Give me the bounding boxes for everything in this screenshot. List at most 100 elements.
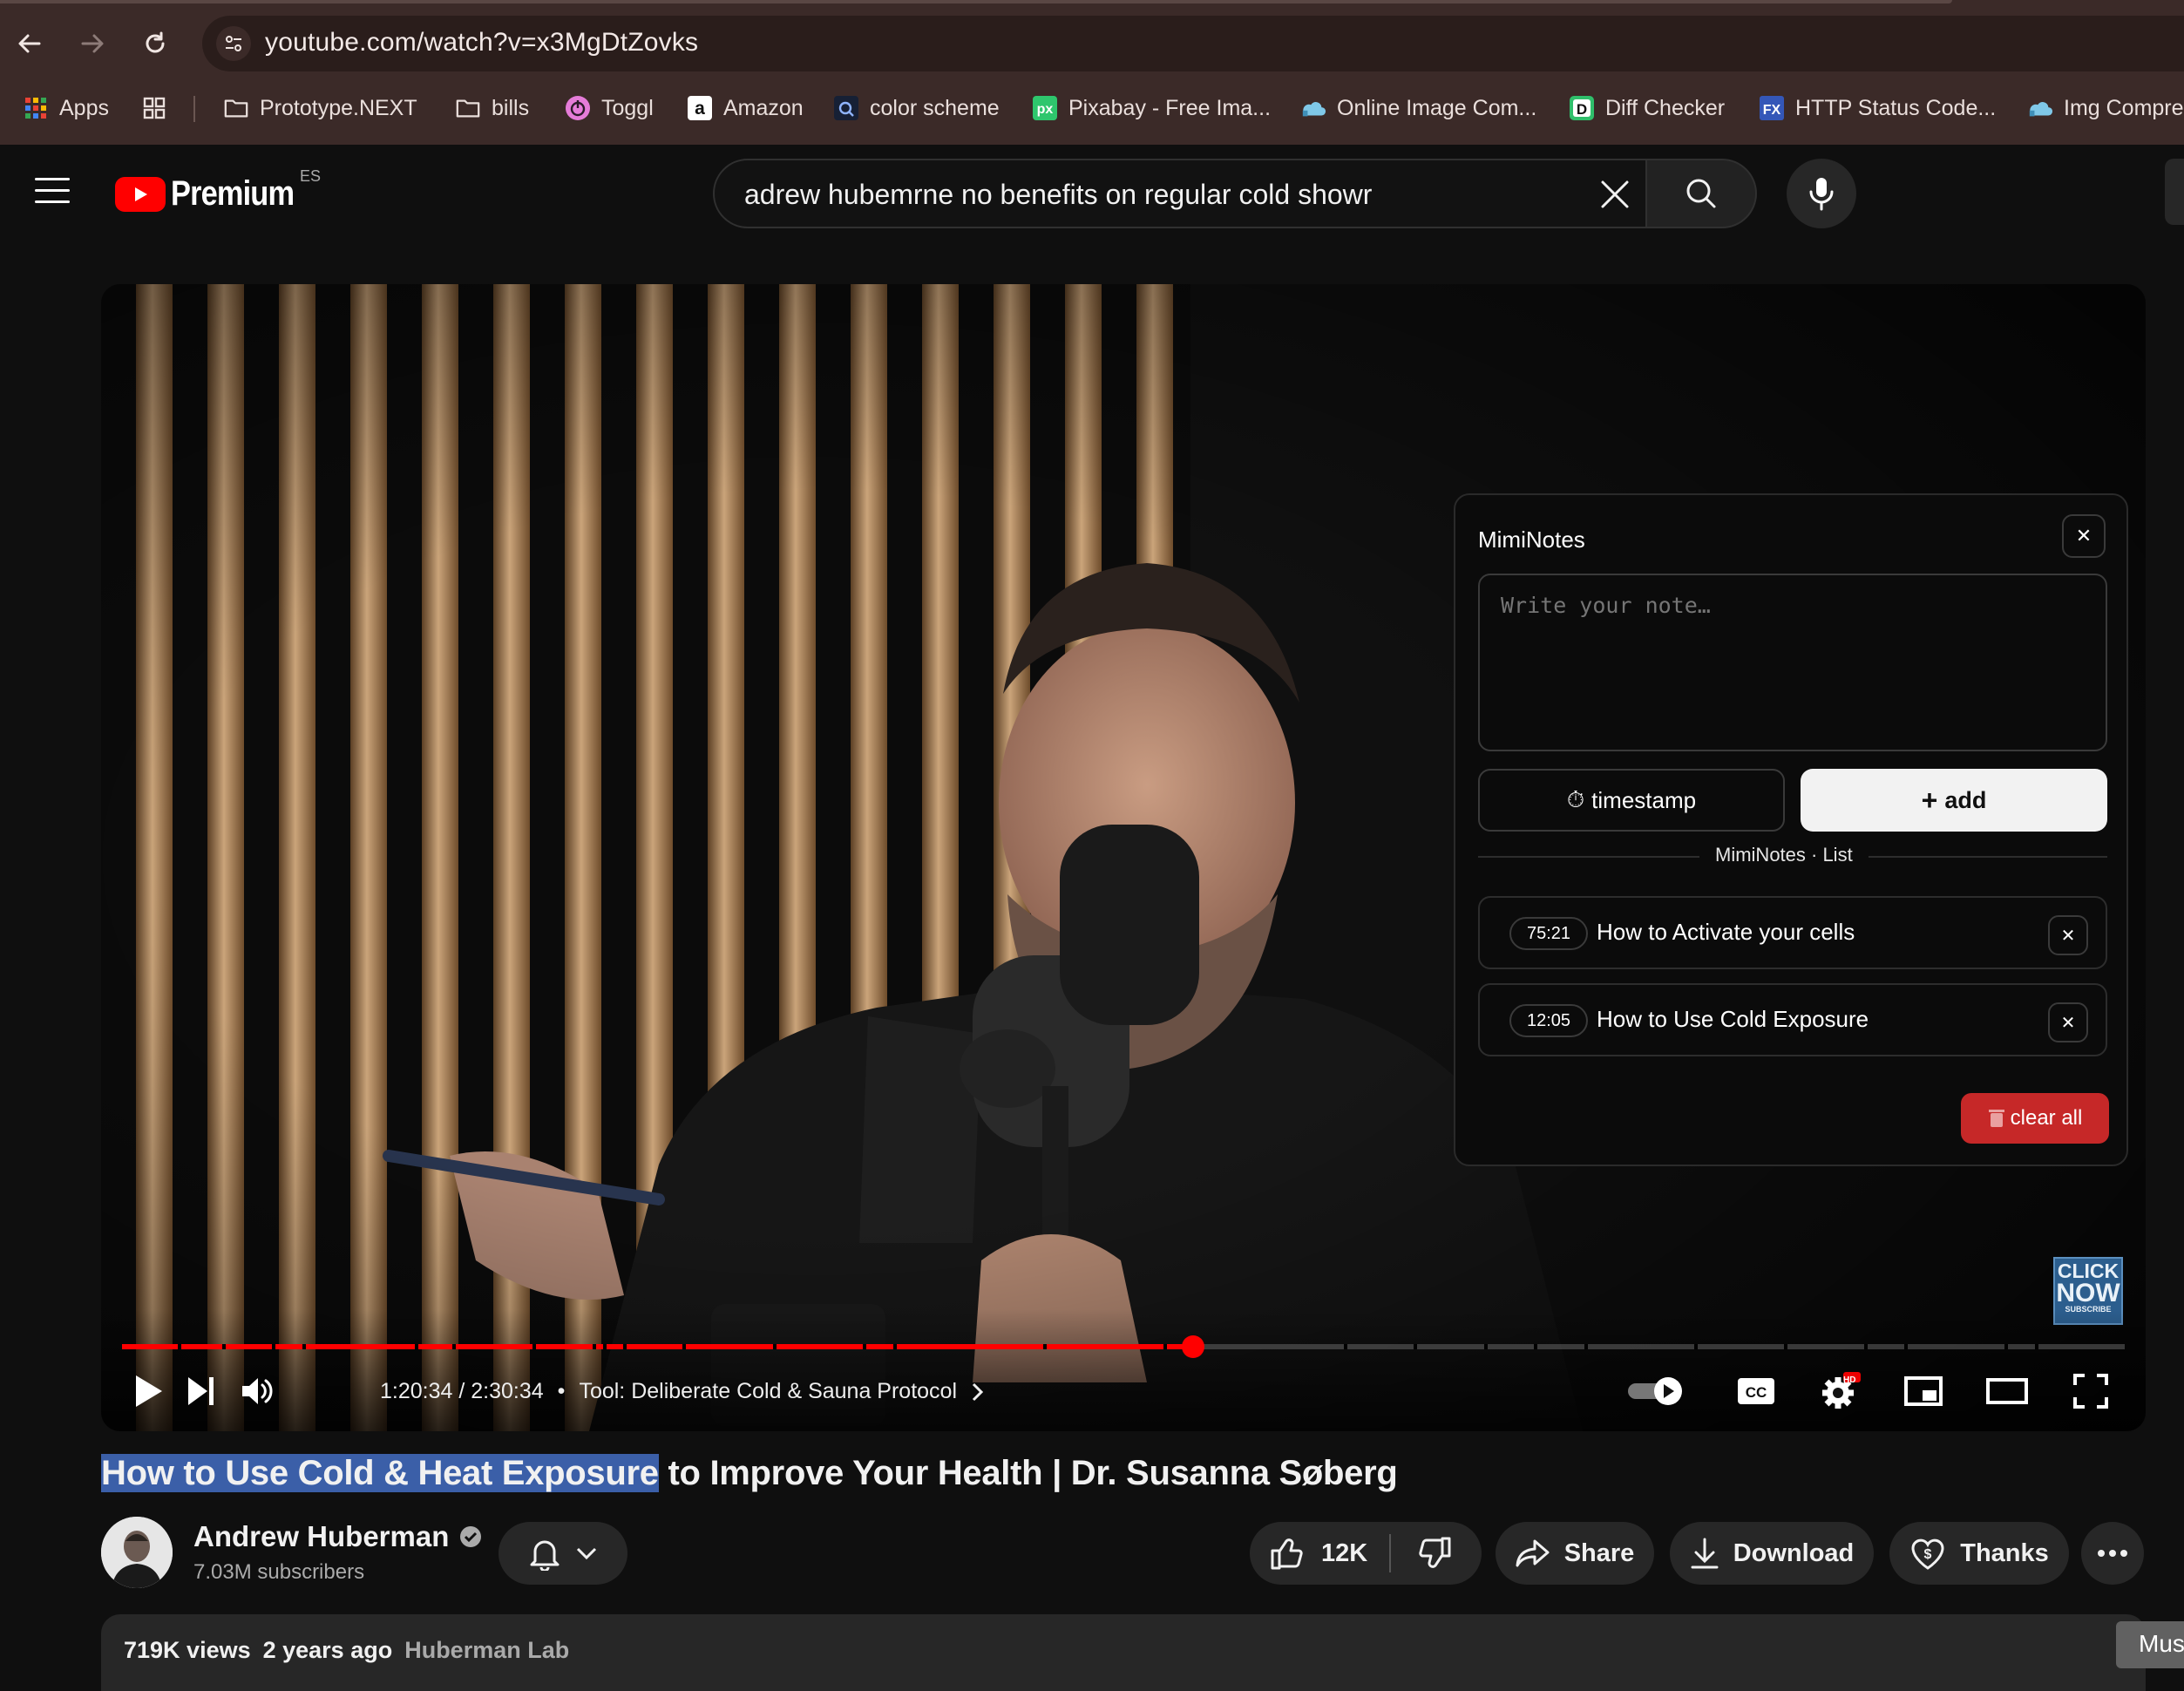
thanks-button[interactable]: $ Thanks — [1889, 1522, 2069, 1585]
chapter-gap — [1163, 1344, 1167, 1349]
tooltip: Mus — [2116, 1621, 2184, 1668]
autoplay-toggle[interactable] — [1624, 1367, 1689, 1416]
back-button[interactable] — [10, 24, 49, 63]
bookmark-amazon[interactable]: a Amazon — [687, 91, 804, 126]
svg-text:D: D — [1577, 101, 1587, 118]
bookmark-online-image-compressor[interactable]: Online Image Com... — [1300, 91, 1536, 126]
add-note-button[interactable]: + add — [1801, 769, 2107, 832]
url-text: youtube.com/watch?v=x3MgDtZovks — [265, 28, 699, 57]
chapter-gap — [414, 1344, 418, 1349]
progress-played — [122, 1344, 1194, 1349]
svg-text:px: px — [1037, 102, 1054, 117]
mute-button[interactable] — [227, 1367, 288, 1416]
bookmarks-divider — [193, 96, 195, 122]
color-scheme-icon — [833, 95, 859, 121]
chapter-gap — [892, 1344, 897, 1349]
chapter-gap — [1693, 1344, 1698, 1349]
trash-icon — [1988, 1110, 2004, 1127]
delete-note-icon[interactable]: ✕ — [2048, 915, 2088, 955]
chapter-gap — [1343, 1344, 1347, 1349]
reload-button[interactable] — [136, 24, 174, 63]
note-timestamp[interactable]: 75:21 — [1509, 917, 1589, 950]
youtube-premium-logo[interactable]: Premium — [115, 174, 314, 214]
note-item[interactable]: 12:05 How to Use Cold Exposure ✕ — [1478, 983, 2107, 1056]
bookmark-bills[interactable]: bills — [455, 91, 529, 126]
bookmark-diff-checker[interactable]: D Diff Checker — [1569, 91, 1725, 126]
clear-all-button[interactable]: clear all — [1961, 1093, 2109, 1144]
search-icon — [1686, 179, 1716, 208]
arrow-left-icon — [18, 34, 41, 53]
subscriber-count: 7.03M subscribers — [193, 1560, 365, 1584]
chapter-title[interactable]: Tool: Deliberate Cold & Sauna Protocol — [579, 1379, 957, 1404]
play-button[interactable] — [122, 1367, 174, 1416]
tooltip-text: Mus — [2139, 1630, 2184, 1657]
progress-bar[interactable] — [122, 1335, 2125, 1358]
header-right-button[interactable] — [2165, 159, 2184, 225]
chapter-gap — [593, 1344, 597, 1349]
chapter-gap — [1414, 1344, 1418, 1349]
captions-button[interactable]: CC — [1726, 1367, 1787, 1416]
timestamp-button[interactable]: ⏱ timestamp — [1478, 769, 1785, 832]
diffchecker-icon: D — [1569, 95, 1595, 121]
chapter-gap — [602, 1344, 607, 1349]
microphone-icon — [1809, 178, 1834, 211]
search-button[interactable] — [1647, 159, 1757, 228]
settings-button[interactable]: HD — [1809, 1367, 1870, 1416]
video-title: How to Use Cold & Heat Exposure to Impro… — [101, 1454, 1398, 1493]
bookmark-http-status-codes[interactable]: FX HTTP Status Code... — [1759, 91, 1996, 126]
more-actions-button[interactable] — [2081, 1522, 2144, 1585]
note-item[interactable]: 75:21 How to Activate your cells ✕ — [1478, 896, 2107, 969]
download-label: Download — [1733, 1538, 1855, 1567]
svg-text:$: $ — [1924, 1547, 1932, 1562]
site-info-icon[interactable] — [216, 26, 251, 61]
bookmark-toggl[interactable]: Toggl — [565, 91, 654, 126]
upload-age: 2 years ago — [262, 1637, 393, 1663]
address-bar[interactable]: youtube.com/watch?v=x3MgDtZovks — [202, 16, 2184, 71]
delete-note-icon[interactable]: ✕ — [2048, 1002, 2088, 1042]
forward-button[interactable] — [73, 24, 112, 63]
bookmark-tab-groups[interactable] — [141, 91, 167, 126]
chapter-gap — [772, 1344, 777, 1349]
chapter-gap — [452, 1344, 457, 1349]
chapter-gap — [1904, 1344, 1909, 1349]
logo-text: Premium — [171, 174, 295, 213]
fullscreen-button[interactable] — [2060, 1367, 2121, 1416]
subscribed-notifications-button[interactable] — [499, 1522, 627, 1585]
thumbs-up-icon — [1271, 1538, 1303, 1570]
theater-mode-button[interactable] — [1977, 1367, 2038, 1416]
region-code: ES — [300, 167, 322, 185]
miminotes-panel: MimiNotes ✕ ⏱ timestamp + add MimiNotes … — [1454, 493, 2128, 1166]
view-count: 719K views — [124, 1637, 251, 1663]
reload-icon — [146, 31, 165, 53]
clear-all-label: clear all — [2010, 1106, 2083, 1130]
channel-name[interactable]: Andrew Huberman — [193, 1520, 482, 1553]
miniplayer-button[interactable] — [1893, 1367, 1954, 1416]
bookmark-label: HTTP Status Code... — [1795, 95, 1997, 120]
voice-search-button[interactable] — [1787, 159, 1856, 228]
menu-icon[interactable] — [35, 178, 70, 206]
close-icon[interactable]: ✕ — [2062, 514, 2106, 558]
clear-search-icon[interactable] — [1593, 173, 1637, 216]
download-button[interactable]: Download — [1670, 1522, 1874, 1585]
bookmark-pixabay[interactable]: px Pixabay - Free Ima... — [1032, 91, 1271, 126]
verified-icon — [460, 1526, 482, 1547]
search-input[interactable]: adrew hubemrne no benefits on regular co… — [713, 159, 1647, 228]
note-input[interactable] — [1478, 574, 2107, 751]
dislike-button[interactable] — [1391, 1536, 1478, 1571]
description-tag[interactable]: Huberman Lab — [404, 1637, 569, 1664]
avatar[interactable] — [101, 1517, 173, 1588]
cloud-icon — [1300, 95, 1326, 121]
bookmark-apps[interactable]: Apps — [23, 91, 109, 126]
volume-icon — [242, 1378, 273, 1404]
bookmark-prototype-next[interactable]: Prototype.NEXT — [223, 91, 417, 126]
like-button[interactable]: 12K — [1250, 1536, 1389, 1571]
share-button[interactable]: Share — [1496, 1522, 1654, 1585]
amazon-icon: a — [687, 95, 713, 121]
folder-icon — [455, 95, 481, 121]
note-timestamp[interactable]: 12:05 — [1509, 1004, 1589, 1037]
bookmark-img-compressor[interactable]: Img Compre — [2027, 91, 2184, 126]
chapter-gap — [302, 1344, 306, 1349]
share-icon — [1516, 1539, 1550, 1567]
next-button[interactable] — [174, 1367, 227, 1416]
bookmark-color-scheme[interactable]: color scheme — [833, 91, 1000, 126]
